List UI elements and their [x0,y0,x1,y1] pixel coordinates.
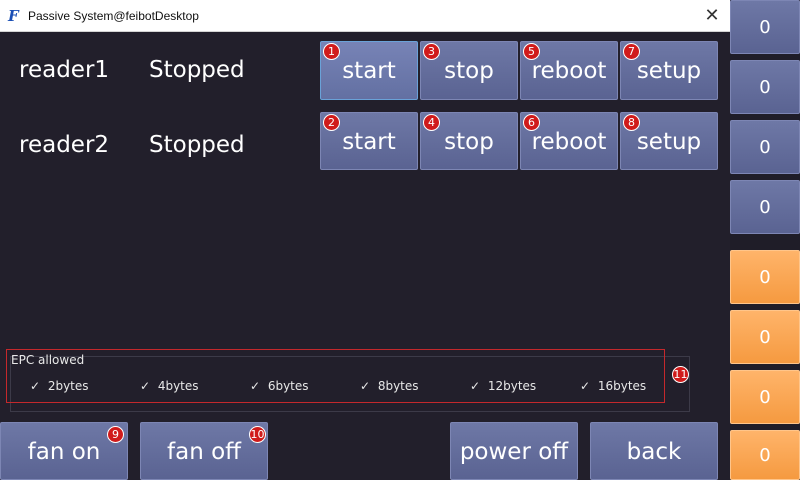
window-title: Passive System@feibotDesktop [28,9,199,23]
counter-5[interactable]: 0 [730,250,800,304]
epc-option-label: 4bytes [157,379,199,393]
reader1-status: Stopped [149,57,245,83]
epc-group-title: EPC allowed [11,353,85,367]
epc-option-label: 12bytes [487,379,537,393]
back-button[interactable]: back [590,422,718,480]
close-icon[interactable]: ✕ [700,4,724,28]
check-icon: ✓ [140,379,151,393]
badge-2: 2 [323,114,340,131]
counter-7[interactable]: 0 [730,370,800,424]
epc-option-label: 16bytes [597,379,647,393]
epc-checkbox-4bytes[interactable]: ✓ 4bytes [140,378,199,394]
epc-checkbox-2bytes[interactable]: ✓ 2bytes [30,378,89,394]
counter-4[interactable]: 0 [730,180,800,234]
badge-3: 3 [423,43,440,60]
reader1-name: reader1 [19,57,110,83]
counter-1[interactable]: 0 [730,0,800,54]
epc-option-label: 2bytes [47,379,89,393]
counter-2[interactable]: 0 [730,60,800,114]
epc-option-label: 8bytes [377,379,419,393]
epc-highlight-box [6,349,665,403]
check-icon: ✓ [30,379,41,393]
badge-10: 10 [249,426,266,443]
check-icon: ✓ [250,379,261,393]
check-icon: ✓ [580,379,591,393]
badge-1: 1 [323,43,340,60]
badge-4: 4 [423,114,440,131]
app-logo-icon: F [8,7,19,25]
badge-5: 5 [523,43,540,60]
epc-checkbox-6bytes[interactable]: ✓ 6bytes [250,378,309,394]
epc-checkbox-16bytes[interactable]: ✓ 16bytes [580,378,646,394]
epc-checkbox-12bytes[interactable]: ✓ 12bytes [470,378,536,394]
reader2-status: Stopped [149,132,245,158]
reader2-name: reader2 [19,132,110,158]
counter-3[interactable]: 0 [730,120,800,174]
counter-8[interactable]: 0 [730,430,800,480]
badge-11: 11 [672,366,689,383]
badge-8: 8 [623,114,640,131]
main-window: F Passive System@feibotDesktop ✕ reader1… [0,0,730,480]
check-icon: ✓ [360,379,371,393]
epc-checkbox-8bytes[interactable]: ✓ 8bytes [360,378,419,394]
epc-option-label: 6bytes [267,379,309,393]
power-off-button[interactable]: power off [450,422,578,480]
check-icon: ✓ [470,379,481,393]
counter-6[interactable]: 0 [730,310,800,364]
badge-9: 9 [107,426,124,443]
badge-6: 6 [523,114,540,131]
title-bar: F Passive System@feibotDesktop ✕ [0,0,730,32]
badge-7: 7 [623,43,640,60]
